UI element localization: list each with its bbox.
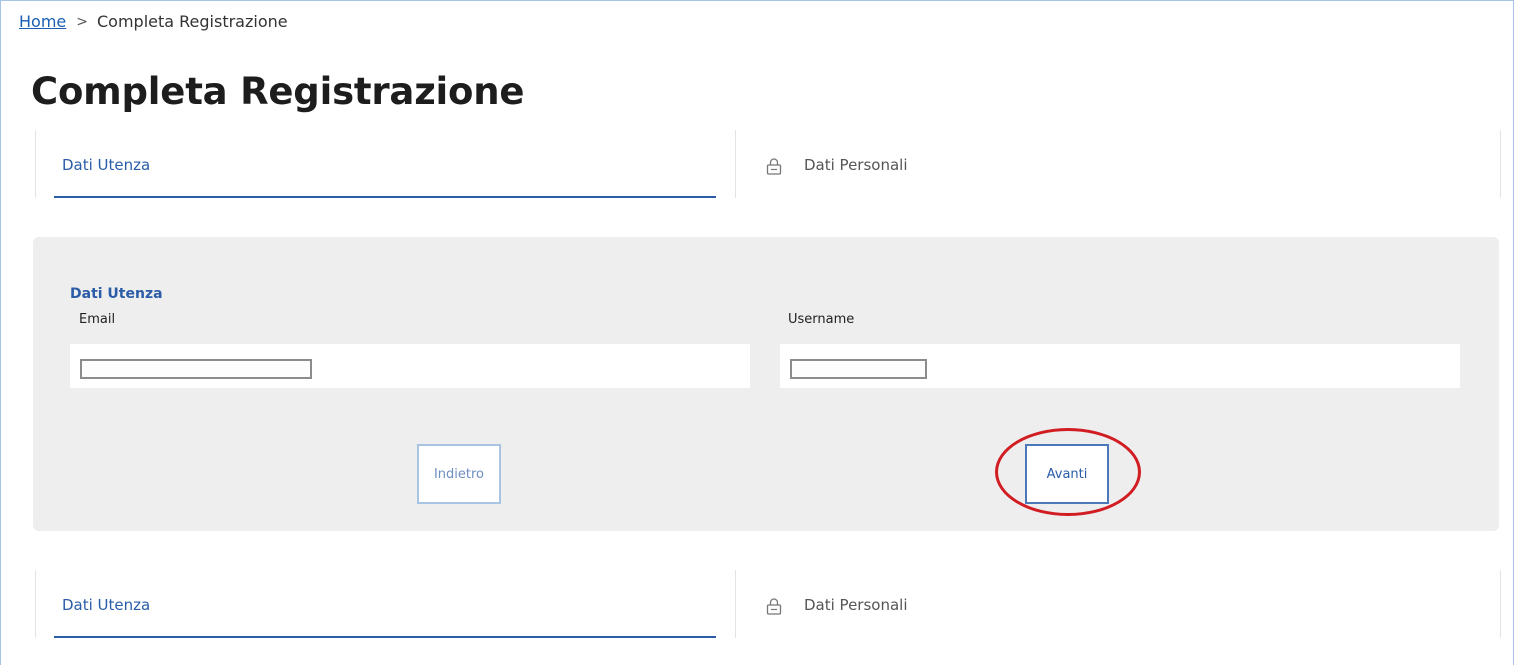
- back-button[interactable]: Indietro: [417, 444, 501, 504]
- section-title: Dati Utenza: [70, 286, 163, 302]
- step-dati-utenza[interactable]: Dati Utenza: [35, 570, 736, 638]
- lock-icon: [766, 158, 782, 175]
- lock-icon: [766, 598, 782, 615]
- step-label: Dati Personali: [804, 596, 908, 614]
- step-indicator-top: Dati Utenza Dati Personali: [35, 130, 1501, 198]
- step-dati-personali[interactable]: Dati Personali: [735, 130, 1501, 198]
- username-label: Username: [788, 312, 855, 327]
- breadcrumb: Home > Completa Registrazione: [19, 12, 288, 31]
- username-value-redacted: [790, 359, 927, 379]
- step-dati-utenza[interactable]: Dati Utenza: [35, 130, 736, 198]
- email-value-redacted: [80, 359, 312, 379]
- username-field[interactable]: [780, 344, 1460, 388]
- step-label: Dati Utenza: [62, 596, 151, 614]
- form-panel: Dati Utenza Email Username Indietro Avan…: [33, 237, 1499, 531]
- next-button[interactable]: Avanti: [1025, 444, 1109, 504]
- email-label: Email: [79, 312, 116, 327]
- breadcrumb-home-link[interactable]: Home: [19, 12, 66, 31]
- step-label: Dati Personali: [804, 156, 908, 174]
- active-step-underline: [54, 636, 716, 638]
- breadcrumb-current: Completa Registrazione: [96, 12, 288, 31]
- step-dati-personali[interactable]: Dati Personali: [735, 570, 1501, 638]
- page-title: Completa Registrazione: [31, 70, 525, 113]
- step-label: Dati Utenza: [62, 156, 151, 174]
- breadcrumb-separator: >: [76, 13, 88, 30]
- email-field[interactable]: [70, 344, 750, 388]
- active-step-underline: [54, 196, 716, 198]
- step-indicator-bottom: Dati Utenza Dati Personali: [35, 570, 1501, 638]
